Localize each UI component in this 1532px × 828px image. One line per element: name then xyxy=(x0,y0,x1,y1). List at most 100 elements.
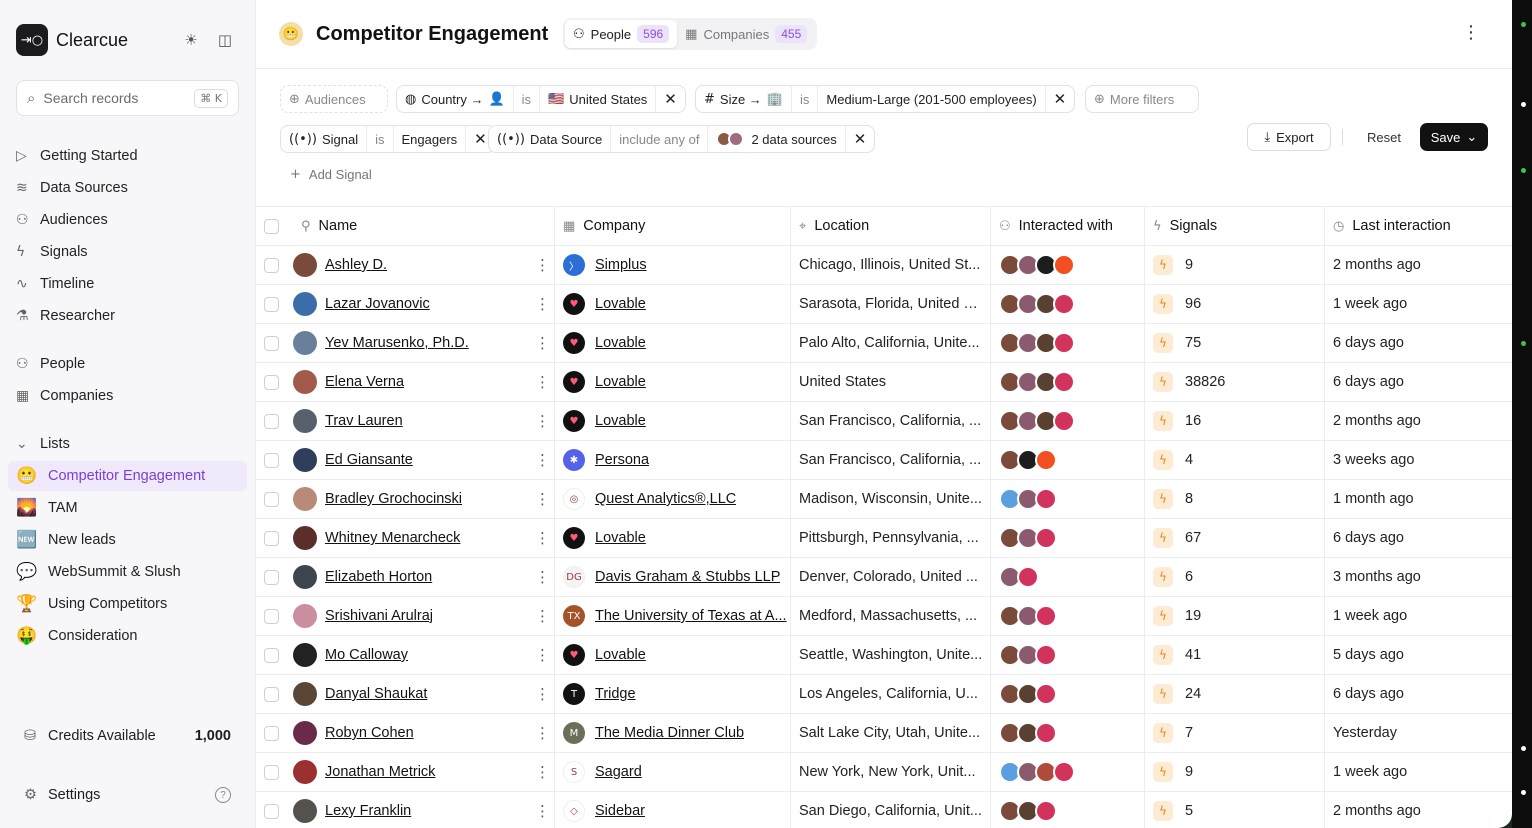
person-name-link[interactable]: Ashley D. xyxy=(325,257,387,273)
table-row[interactable]: Jonathan Metrick ⋮ S Sagard New York, New Yo… xyxy=(256,753,1512,792)
audiences-filter[interactable]: ⊕ Audiences xyxy=(280,85,388,113)
row-menu-icon[interactable]: ⋮ xyxy=(535,295,550,313)
tab-companies[interactable]: ▦ Companies 455 xyxy=(677,20,815,48)
signals-cell[interactable]: ϟ 38826 xyxy=(1145,363,1325,401)
row-checkbox[interactable] xyxy=(264,803,279,819)
table-row[interactable]: Ed Giansante ⋮ ✱ Persona San Francisco, Cali… xyxy=(256,441,1512,480)
company-name-link[interactable]: The University of Texas at A... xyxy=(595,608,787,624)
signals-cell[interactable]: ϟ 67 xyxy=(1145,519,1325,557)
person-name-link[interactable]: Ed Giansante xyxy=(325,452,413,468)
person-name-link[interactable]: Elizabeth Horton xyxy=(325,569,432,585)
data-source-filter-operator[interactable]: include any of xyxy=(611,126,709,152)
company-name-link[interactable]: Lovable xyxy=(595,296,646,312)
data-source-filter-value[interactable]: 2 data sources xyxy=(751,132,836,147)
signals-cell[interactable]: ϟ7 xyxy=(1145,714,1325,752)
sidebar-item-signals[interactable]: ϟ Signals xyxy=(8,237,247,267)
signals-cell[interactable]: ϟ 24 xyxy=(1145,675,1325,713)
sidebar-item-data-sources[interactable]: ≋ Data Sources xyxy=(8,173,247,203)
table-row[interactable]: Ashley D. ⋮ 〉 Simplus Chicago, Illinois, Uni… xyxy=(256,246,1512,285)
list-item-new-leads[interactable]: 🆕 New leads xyxy=(8,525,247,555)
row-menu-icon[interactable]: ⋮ xyxy=(535,607,550,625)
signals-cell[interactable]: ϟ6 xyxy=(1145,558,1325,596)
company-name-link[interactable]: Sidebar xyxy=(595,803,645,819)
remove-size-filter-icon[interactable]: ✕ xyxy=(1046,90,1075,108)
list-emoji-icon[interactable]: 😬 xyxy=(279,22,303,46)
interacted-with-cell[interactable] xyxy=(991,246,1145,284)
person-name-link[interactable]: Lexy Franklin xyxy=(325,803,411,819)
row-menu-icon[interactable]: ⋮ xyxy=(535,373,550,391)
row-checkbox[interactable] xyxy=(264,452,279,468)
sidebar-item-researcher[interactable]: ⚗ Researcher xyxy=(8,301,247,331)
export-button[interactable]: ⤓ Export xyxy=(1247,123,1331,151)
table-row[interactable]: Yev Marusenko, Ph.D. ⋮ ♥ Lovable Palo Alto, … xyxy=(256,324,1512,363)
search-box[interactable]: ⌕ ⌘ K xyxy=(16,80,239,116)
interacted-with-cell[interactable] xyxy=(991,753,1145,791)
row-checkbox[interactable] xyxy=(264,608,279,624)
company-name-link[interactable]: Lovable xyxy=(595,530,646,546)
size-filter-operator[interactable]: is xyxy=(792,86,819,112)
interacted-with-cell[interactable] xyxy=(991,714,1145,752)
row-menu-icon[interactable]: ⋮ xyxy=(535,256,550,274)
signals-cell[interactable]: ϟ9 xyxy=(1145,246,1325,284)
interacted-with-cell[interactable] xyxy=(991,597,1145,635)
list-item-competitor-engagement[interactable]: 😬 Competitor Engagement xyxy=(8,461,247,491)
company-name-link[interactable]: Lovable xyxy=(595,374,646,390)
row-menu-icon[interactable]: ⋮ xyxy=(535,802,550,820)
table-row[interactable]: Bradley Grochocinski ⋮ ◎ Quest Analytics®,L… xyxy=(256,480,1512,519)
sidebar-collapse-icon[interactable]: ◫ xyxy=(215,30,235,50)
interacted-with-cell[interactable] xyxy=(991,558,1145,596)
clearcue-logo-icon[interactable]: ⇥○ xyxy=(16,24,48,56)
row-checkbox[interactable] xyxy=(264,647,279,663)
interacted-with-cell[interactable] xyxy=(991,441,1145,479)
row-checkbox[interactable] xyxy=(264,296,279,312)
size-filter[interactable]: # Size → 🏢 is Medium-Large (201-500 employ… xyxy=(695,85,1076,113)
company-name-link[interactable]: Tridge xyxy=(595,686,636,702)
country-filter-operator[interactable]: is xyxy=(514,86,541,112)
sidebar-item-people[interactable]: ⚇ People xyxy=(8,349,247,379)
search-input[interactable] xyxy=(43,90,174,106)
select-all-checkbox[interactable] xyxy=(264,218,279,234)
column-name[interactable]: ⚲ Name xyxy=(256,207,555,245)
row-menu-icon[interactable]: ⋮ xyxy=(535,412,550,430)
table-row[interactable]: Lazar Jovanovic ⋮ ♥ Lovable Sarasota, Florid… xyxy=(256,285,1512,324)
interacted-with-cell[interactable] xyxy=(991,480,1145,518)
company-name-link[interactable]: Lovable xyxy=(595,335,646,351)
signals-cell[interactable]: ϟ 41 xyxy=(1145,636,1325,674)
interacted-with-cell[interactable] xyxy=(991,675,1145,713)
interacted-with-cell[interactable] xyxy=(991,324,1145,362)
company-name-link[interactable]: Sagard xyxy=(595,764,642,780)
person-name-link[interactable]: Srishivani Arulraj xyxy=(325,608,433,624)
row-checkbox[interactable] xyxy=(264,335,279,351)
column-signals[interactable]: ϟ Signals xyxy=(1145,207,1325,245)
table-row[interactable]: Mo Calloway ⋮ ♥ Lovable Seattle, Washington,… xyxy=(256,636,1512,675)
signal-filter-operator[interactable]: is xyxy=(367,126,394,152)
interacted-with-cell[interactable] xyxy=(991,402,1145,440)
row-checkbox[interactable] xyxy=(264,686,279,702)
table-row[interactable]: Trav Lauren ⋮ ♥ Lovable San Francisco, Calif… xyxy=(256,402,1512,441)
column-last-interaction[interactable]: ◷ Last interaction xyxy=(1325,207,1512,245)
row-checkbox[interactable] xyxy=(264,413,279,429)
lists-header[interactable]: ⌄ Lists xyxy=(8,429,247,459)
signals-cell[interactable]: ϟ5 xyxy=(1145,792,1325,828)
row-checkbox[interactable] xyxy=(264,374,279,390)
person-name-link[interactable]: Jonathan Metrick xyxy=(325,764,435,780)
signals-cell[interactable]: ϟ9 xyxy=(1145,753,1325,791)
signals-cell[interactable]: ϟ 19 xyxy=(1145,597,1325,635)
table-row[interactable]: Whitney Menarcheck ⋮ ♥ Lovable Pittsburgh, P… xyxy=(256,519,1512,558)
company-name-link[interactable]: The Media Dinner Club xyxy=(595,725,744,741)
row-menu-icon[interactable]: ⋮ xyxy=(535,724,550,742)
row-checkbox[interactable] xyxy=(264,257,279,273)
person-name-link[interactable]: Lazar Jovanovic xyxy=(325,296,430,312)
table-row[interactable]: Elena Verna ⋮ ♥ Lovable United States ϟ 38826 6… xyxy=(256,363,1512,402)
row-menu-icon[interactable]: ⋮ xyxy=(535,646,550,664)
row-menu-icon[interactable]: ⋮ xyxy=(535,685,550,703)
interacted-with-cell[interactable] xyxy=(991,285,1145,323)
help-icon[interactable]: ? xyxy=(215,787,231,803)
person-name-link[interactable]: Elena Verna xyxy=(325,374,404,390)
interacted-with-cell[interactable] xyxy=(991,792,1145,828)
company-name-link[interactable]: Persona xyxy=(595,452,649,468)
person-name-link[interactable]: Robyn Cohen xyxy=(325,725,414,741)
person-name-link[interactable]: Trav Lauren xyxy=(325,413,403,429)
table-row[interactable]: Robyn Cohen ⋮ M The Media Dinner Club Salt L… xyxy=(256,714,1512,753)
row-checkbox[interactable] xyxy=(264,530,279,546)
